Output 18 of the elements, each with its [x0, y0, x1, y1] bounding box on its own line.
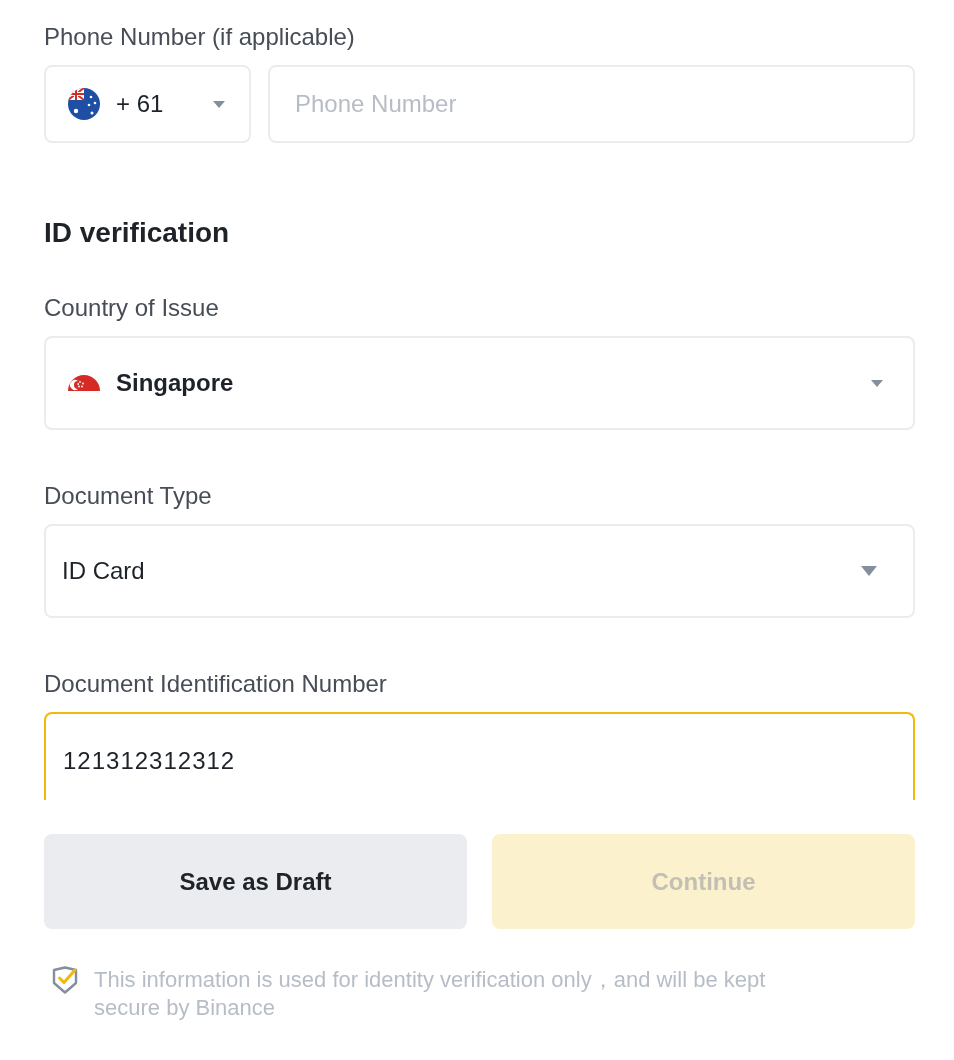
field-label: Document Identification Number — [44, 669, 388, 699]
field-label: Document Type — [44, 481, 213, 511]
field-label: Phone Number (if applicable) — [44, 22, 356, 52]
country-code-select[interactable]: + 61 — [44, 65, 251, 143]
section-title: ID verification — [44, 216, 231, 250]
caret-icon — [213, 100, 225, 108]
flag-icon — [68, 375, 100, 391]
document-number-field[interactable]: 121312312312 — [44, 712, 915, 800]
shield-check-icon — [52, 966, 78, 994]
field-label: Country of Issue — [44, 293, 220, 323]
caret-icon — [871, 379, 883, 387]
country-select[interactable]: Singapore — [44, 336, 915, 430]
document-type-select[interactable]: ID Card — [44, 524, 915, 618]
flag-icon — [68, 88, 100, 120]
phone-number-field[interactable]: Phone Number — [268, 65, 915, 143]
notice-text: This information is used for identity verification only，and will be kept secure by Binance — [94, 966, 767, 1022]
caret-icon — [861, 566, 877, 576]
save-draft-button[interactable]: Save as Draft — [44, 834, 467, 929]
